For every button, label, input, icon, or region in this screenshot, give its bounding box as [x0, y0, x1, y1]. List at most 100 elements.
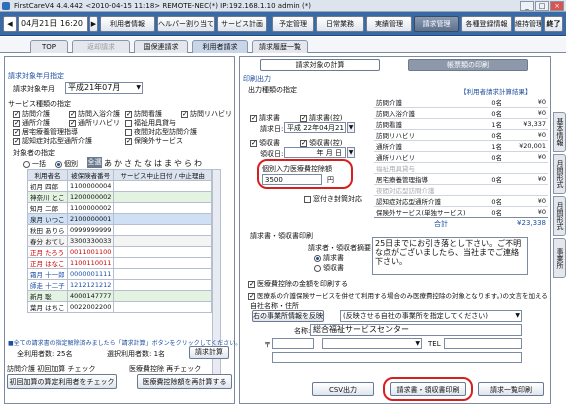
postal-input[interactable] — [272, 338, 314, 349]
table-row[interactable]: 神奈川 とこ 1200000002 — [27, 191, 212, 203]
claim-date-dropdown-icon[interactable]: ▼ — [347, 122, 355, 133]
toolbar-daily[interactable]: 日常業務 — [316, 16, 364, 32]
service-checkbox[interactable] — [69, 119, 76, 127]
window-envelope: 窓付き封筒対応 — [304, 194, 362, 204]
print-list-button[interactable]: 請求一覧印刷 — [478, 382, 544, 396]
toolbar-exit[interactable]: 終了 — [544, 16, 563, 32]
service-option[interactable]: 認知症対応型通所介護 — [13, 136, 92, 146]
tab-calc-target[interactable]: 請求対象の計算 — [260, 59, 380, 71]
table-row[interactable]: 正月 たろう 0011001100 — [27, 246, 212, 258]
table-row[interactable]: 師走 十二子 1212121212 — [27, 279, 212, 291]
doc-receipt-check[interactable] — [250, 139, 257, 147]
tab-national-insurance[interactable]: 国保連請求 — [134, 40, 188, 53]
message-textarea[interactable]: 25日までにお引き落とし下さい。ご不明な点がございましたら、当社までご連絡下さい… — [372, 237, 528, 275]
claim-date-input[interactable]: 平成 22年04月21日 — [284, 122, 346, 133]
select-all-button[interactable]: 全選 — [87, 157, 102, 168]
table-row[interactable]: 正月 はなこ 1100110011 — [27, 257, 212, 269]
name-input[interactable]: 総合福祉サービスセンター — [310, 324, 522, 336]
toolbar-helper-assign[interactable]: ヘルパー割り当て — [157, 16, 215, 32]
table-row[interactable]: 泉月 いつこ 2100000001 — [27, 213, 212, 225]
kana-filter-item[interactable]: あ — [104, 159, 113, 168]
service-checkbox[interactable] — [125, 128, 132, 136]
toolbar-users[interactable]: 利用者情報 — [100, 16, 155, 32]
receipt-date-input[interactable]: 年 月 日 — [284, 147, 346, 158]
toolbar-registration[interactable]: 各種登録情報 — [461, 16, 512, 32]
summary-service: 訪問リハビリ — [374, 129, 470, 141]
table-row[interactable]: 知月 二郎 1100000002 — [27, 202, 212, 214]
summary-row: 夜間対応型訪問介護 — [374, 184, 548, 196]
medical-note-check[interactable] — [248, 292, 255, 300]
table-row[interactable]: 霜月 十一郎 0000001111 — [27, 268, 212, 280]
doc-claim-copy-check[interactable] — [300, 114, 307, 122]
service-checkbox[interactable] — [125, 110, 132, 118]
side-tab-basic[interactable]: 基本情報 — [553, 112, 566, 152]
user-no-cell: 1100000002 — [66, 202, 115, 214]
maximize-button[interactable]: □ — [535, 1, 549, 11]
tab-print-forms[interactable]: 帳票類の印刷 — [408, 59, 528, 71]
kana-filter-item[interactable]: ま — [164, 159, 173, 168]
close-button[interactable]: × — [550, 1, 564, 11]
service-checkbox[interactable] — [125, 137, 132, 145]
kana-filter-item[interactable]: ら — [184, 159, 193, 168]
tab-top[interactable]: TOP — [30, 40, 68, 53]
service-checkbox[interactable] — [125, 119, 132, 127]
window-envelope-check[interactable] — [304, 195, 311, 203]
kana-filter-item[interactable]: か — [114, 159, 123, 168]
toolbar-schedule[interactable]: 予定管理 — [272, 16, 314, 32]
doc-claim-check[interactable] — [250, 114, 257, 122]
service-option[interactable]: 保険外サービス — [125, 136, 183, 146]
radio-all[interactable]: 一括 — [23, 159, 46, 169]
toolbar-results[interactable]: 実績管理 — [366, 16, 412, 32]
service-checkbox[interactable] — [13, 110, 20, 118]
service-label: 訪問介護 — [22, 110, 50, 118]
table-row[interactable]: 初月 四郎 1100000004 — [27, 180, 212, 192]
side-tab-monthly-a[interactable]: 月間形式 — [553, 154, 566, 194]
kana-filter-item[interactable]: や — [174, 159, 183, 168]
table-row[interactable]: 新月 聡 4000147777 — [27, 290, 212, 302]
address-input[interactable] — [272, 352, 522, 363]
table-row[interactable]: 秋田 ありら 0999999999 — [27, 224, 212, 236]
service-checkbox[interactable] — [13, 137, 20, 145]
toolbar-service-plan[interactable]: サービス計画 — [217, 16, 267, 32]
first-visit-label: 訪問介護 初回加算 チェック — [7, 365, 96, 373]
doc-receipt-copy-check[interactable] — [300, 139, 307, 147]
sender-office-select[interactable]: (反映させる自社の事業所を指定してください) — [340, 310, 522, 322]
kana-filter-item[interactable]: た — [134, 159, 143, 168]
forward-arrow-icon[interactable]: ▶ — [89, 16, 98, 32]
tab-billing-history[interactable]: 請求履歴一覧 — [252, 40, 308, 53]
service-option[interactable]: 訪問リハビリ — [181, 109, 232, 119]
kana-filter-item[interactable]: な — [144, 159, 153, 168]
toolbar-billing[interactable]: 請求管理 — [414, 16, 459, 32]
window-envelope-label: 窓付き封筒対応 — [313, 195, 362, 203]
back-arrow-icon[interactable]: ◀ — [3, 16, 17, 32]
kana-filter-item[interactable]: は — [154, 159, 163, 168]
service-checkbox[interactable] — [13, 119, 20, 127]
toolbar-maintenance[interactable]: 維持管理 — [514, 16, 542, 32]
table-row[interactable]: 葉月 はちこ 0022002200 — [27, 301, 212, 313]
service-checkbox[interactable] — [69, 110, 76, 118]
calc-button[interactable]: 請求計算 — [189, 346, 229, 359]
tab-return[interactable]: 返却請求 — [72, 40, 130, 53]
service-checkbox[interactable] — [181, 110, 188, 118]
kana-filter-item[interactable]: わ — [194, 159, 203, 168]
radio-claim-dot[interactable] — [314, 254, 321, 262]
radio-receipt-dot[interactable] — [314, 264, 321, 272]
csv-export-button[interactable]: CSV出力 — [312, 382, 374, 396]
radio-individual[interactable]: 個別 — [55, 159, 78, 169]
medical-recalc-button[interactable]: 医療費控除額を再計算する — [137, 374, 232, 389]
tel-input[interactable] — [444, 338, 522, 349]
side-tab-monthly-b[interactable]: 月間形式 — [553, 196, 566, 236]
col-stop-date: サービス中止日付 / 中止理由 — [113, 169, 212, 181]
sender-apply-button[interactable]: 右の事業所情報を反映 — [252, 310, 324, 322]
receipt-date-dropdown-icon[interactable]: ▼ — [347, 147, 355, 158]
service-checkbox[interactable] — [13, 128, 20, 136]
tab-user-billing[interactable]: 利用者請求 — [192, 40, 248, 53]
side-tab-office[interactable]: 事業所 — [553, 238, 566, 278]
minimize-button[interactable]: _ — [520, 1, 534, 11]
first-visit-check-button[interactable]: 初回加算の算定利用者をチェック — [7, 374, 117, 389]
kana-filter-item[interactable]: さ — [124, 159, 133, 168]
table-row[interactable]: 春分 おてし 3300330033 — [27, 235, 212, 247]
medical-print-check[interactable] — [248, 280, 255, 288]
address-select[interactable] — [322, 338, 422, 349]
month-select[interactable]: 平成21年07月 — [65, 82, 143, 94]
